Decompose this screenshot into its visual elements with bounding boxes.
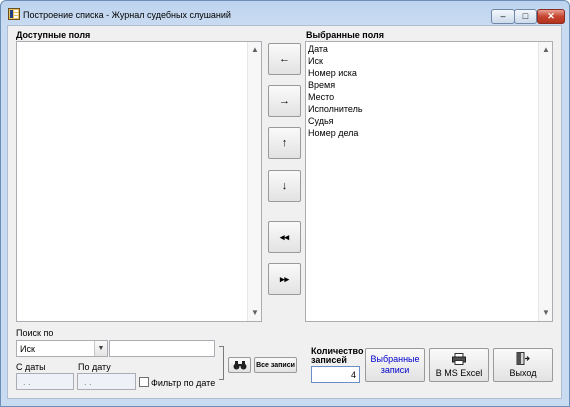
records-count-value: 4 <box>350 369 356 380</box>
date-to-field[interactable]: . . <box>77 373 136 390</box>
search-field-select[interactable]: Иск ▼ <box>16 340 108 357</box>
maximize-button[interactable]: □ <box>514 9 537 24</box>
search-button[interactable] <box>228 357 251 373</box>
date-filter-checkbox[interactable] <box>139 377 149 387</box>
date-from-field[interactable]: . . <box>16 373 74 390</box>
selected-records-label: Выбранные записи <box>370 354 420 375</box>
selected-scrollbar[interactable]: ▲ ▼ <box>538 42 552 321</box>
available-fields-list[interactable]: ▲ ▼ <box>16 41 262 322</box>
move-all-left-button[interactable]: ◂◂ <box>268 221 301 253</box>
move-left-button[interactable]: ← <box>268 43 301 75</box>
maximize-icon: □ <box>522 11 529 21</box>
list-item[interactable]: Номер иска <box>308 68 357 79</box>
close-button[interactable]: ✕ <box>537 9 565 24</box>
records-count-field: 4 <box>311 366 360 383</box>
arrow-down-icon: ↓ <box>281 180 288 192</box>
binoculars-icon <box>233 361 246 370</box>
title-bar[interactable]: Построение списка - Журнал судебных слуш… <box>1 1 569 25</box>
printer-icon <box>452 352 466 365</box>
double-arrow-left-icon: ◂◂ <box>279 231 290 242</box>
available-scrollbar[interactable]: ▲ ▼ <box>247 42 261 321</box>
move-down-button[interactable]: ↓ <box>268 170 301 202</box>
all-records-label: Все записи <box>256 361 295 369</box>
records-count-label: Количество записей <box>311 346 364 365</box>
exit-button[interactable]: Выход <box>493 348 553 382</box>
all-records-button[interactable]: Все записи <box>254 357 297 373</box>
window-title: Построение списка - Журнал судебных слуш… <box>23 10 231 20</box>
app-list-icon <box>8 8 20 20</box>
search-field-value: Иск <box>20 344 35 354</box>
scroll-up-icon[interactable]: ▲ <box>251 46 259 54</box>
scroll-down-icon[interactable]: ▼ <box>251 309 259 317</box>
minimize-icon: – <box>500 11 506 21</box>
chevron-down-icon: ▼ <box>97 345 105 352</box>
minimize-button[interactable]: – <box>491 9 515 24</box>
move-up-button[interactable]: ↑ <box>268 127 301 159</box>
arrow-right-icon: → <box>279 95 290 107</box>
export-excel-button[interactable]: В MS Excel <box>429 348 489 382</box>
search-by-label: Поиск по <box>16 328 54 338</box>
selected-fields-list[interactable]: Дата Иск Номер иска Время Место Исполнит… <box>305 41 553 322</box>
date-from-value: . . <box>23 376 31 387</box>
search-input[interactable] <box>109 340 215 357</box>
selected-fields-label: Выбранные поля <box>306 30 384 40</box>
export-excel-label: В MS Excel <box>435 367 483 378</box>
scroll-down-icon[interactable]: ▼ <box>542 309 550 317</box>
exit-door-icon <box>516 352 530 365</box>
filter-bracket <box>219 346 224 380</box>
arrow-left-icon: ← <box>279 53 290 65</box>
date-filter-label[interactable]: Фильтр по дате <box>151 378 215 388</box>
date-from-label: С даты <box>16 362 46 372</box>
scroll-up-icon[interactable]: ▲ <box>542 46 550 54</box>
close-icon: ✕ <box>547 11 555 21</box>
date-to-value: . . <box>84 376 92 387</box>
date-to-label: По дату <box>78 362 111 372</box>
available-fields-label: Доступные поля <box>16 30 91 40</box>
move-all-right-button[interactable]: ▸▸ <box>268 263 301 295</box>
dropdown-button[interactable]: ▼ <box>94 341 107 356</box>
list-item[interactable]: Исполнитель <box>308 104 363 115</box>
list-item[interactable]: Время <box>308 80 335 91</box>
arrow-up-icon: ↑ <box>281 137 288 149</box>
list-item[interactable]: Место <box>308 92 334 103</box>
move-right-button[interactable]: → <box>268 85 301 117</box>
double-arrow-right-icon: ▸▸ <box>279 273 290 284</box>
list-item[interactable]: Судья <box>308 116 334 127</box>
list-item[interactable]: Иск <box>308 56 323 67</box>
exit-label: Выход <box>509 368 537 378</box>
list-item[interactable]: Дата <box>308 44 328 55</box>
selected-records-button[interactable]: Выбранные записи <box>365 348 425 382</box>
list-item[interactable]: Номер дела <box>308 128 358 139</box>
